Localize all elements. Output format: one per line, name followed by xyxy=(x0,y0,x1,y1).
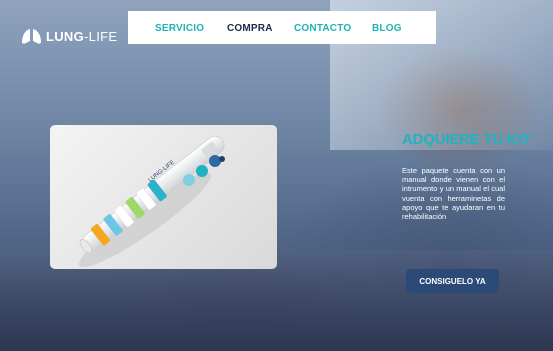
nav-compra[interactable]: COMPRA xyxy=(227,23,273,34)
nav-contacto[interactable]: CONTACTO xyxy=(294,23,351,34)
hero-headline: ADQUIERE TU KIT xyxy=(402,131,531,148)
breathing-device-image: LUNG-LIFE xyxy=(78,135,225,268)
landing-page: LUNG-LIFE SERVICIO COMPRA CONTACTO BLOG xyxy=(0,0,553,351)
nav-servicio[interactable]: SERVICIO xyxy=(155,23,204,34)
brand-name: LUNG-LIFE xyxy=(46,28,118,44)
lungs-icon xyxy=(22,29,41,44)
nav-blog[interactable]: BLOG xyxy=(372,23,402,34)
brand-logo[interactable]: LUNG-LIFE xyxy=(21,27,117,45)
top-nav: SERVICIO COMPRA CONTACTO BLOG xyxy=(128,11,436,44)
product-image-card: LUNG-LIFE xyxy=(50,125,277,269)
hero-description: Este paquete cuenta con un manual donde … xyxy=(402,166,505,222)
get-it-now-button[interactable]: CONSIGUELO YA xyxy=(406,269,499,293)
